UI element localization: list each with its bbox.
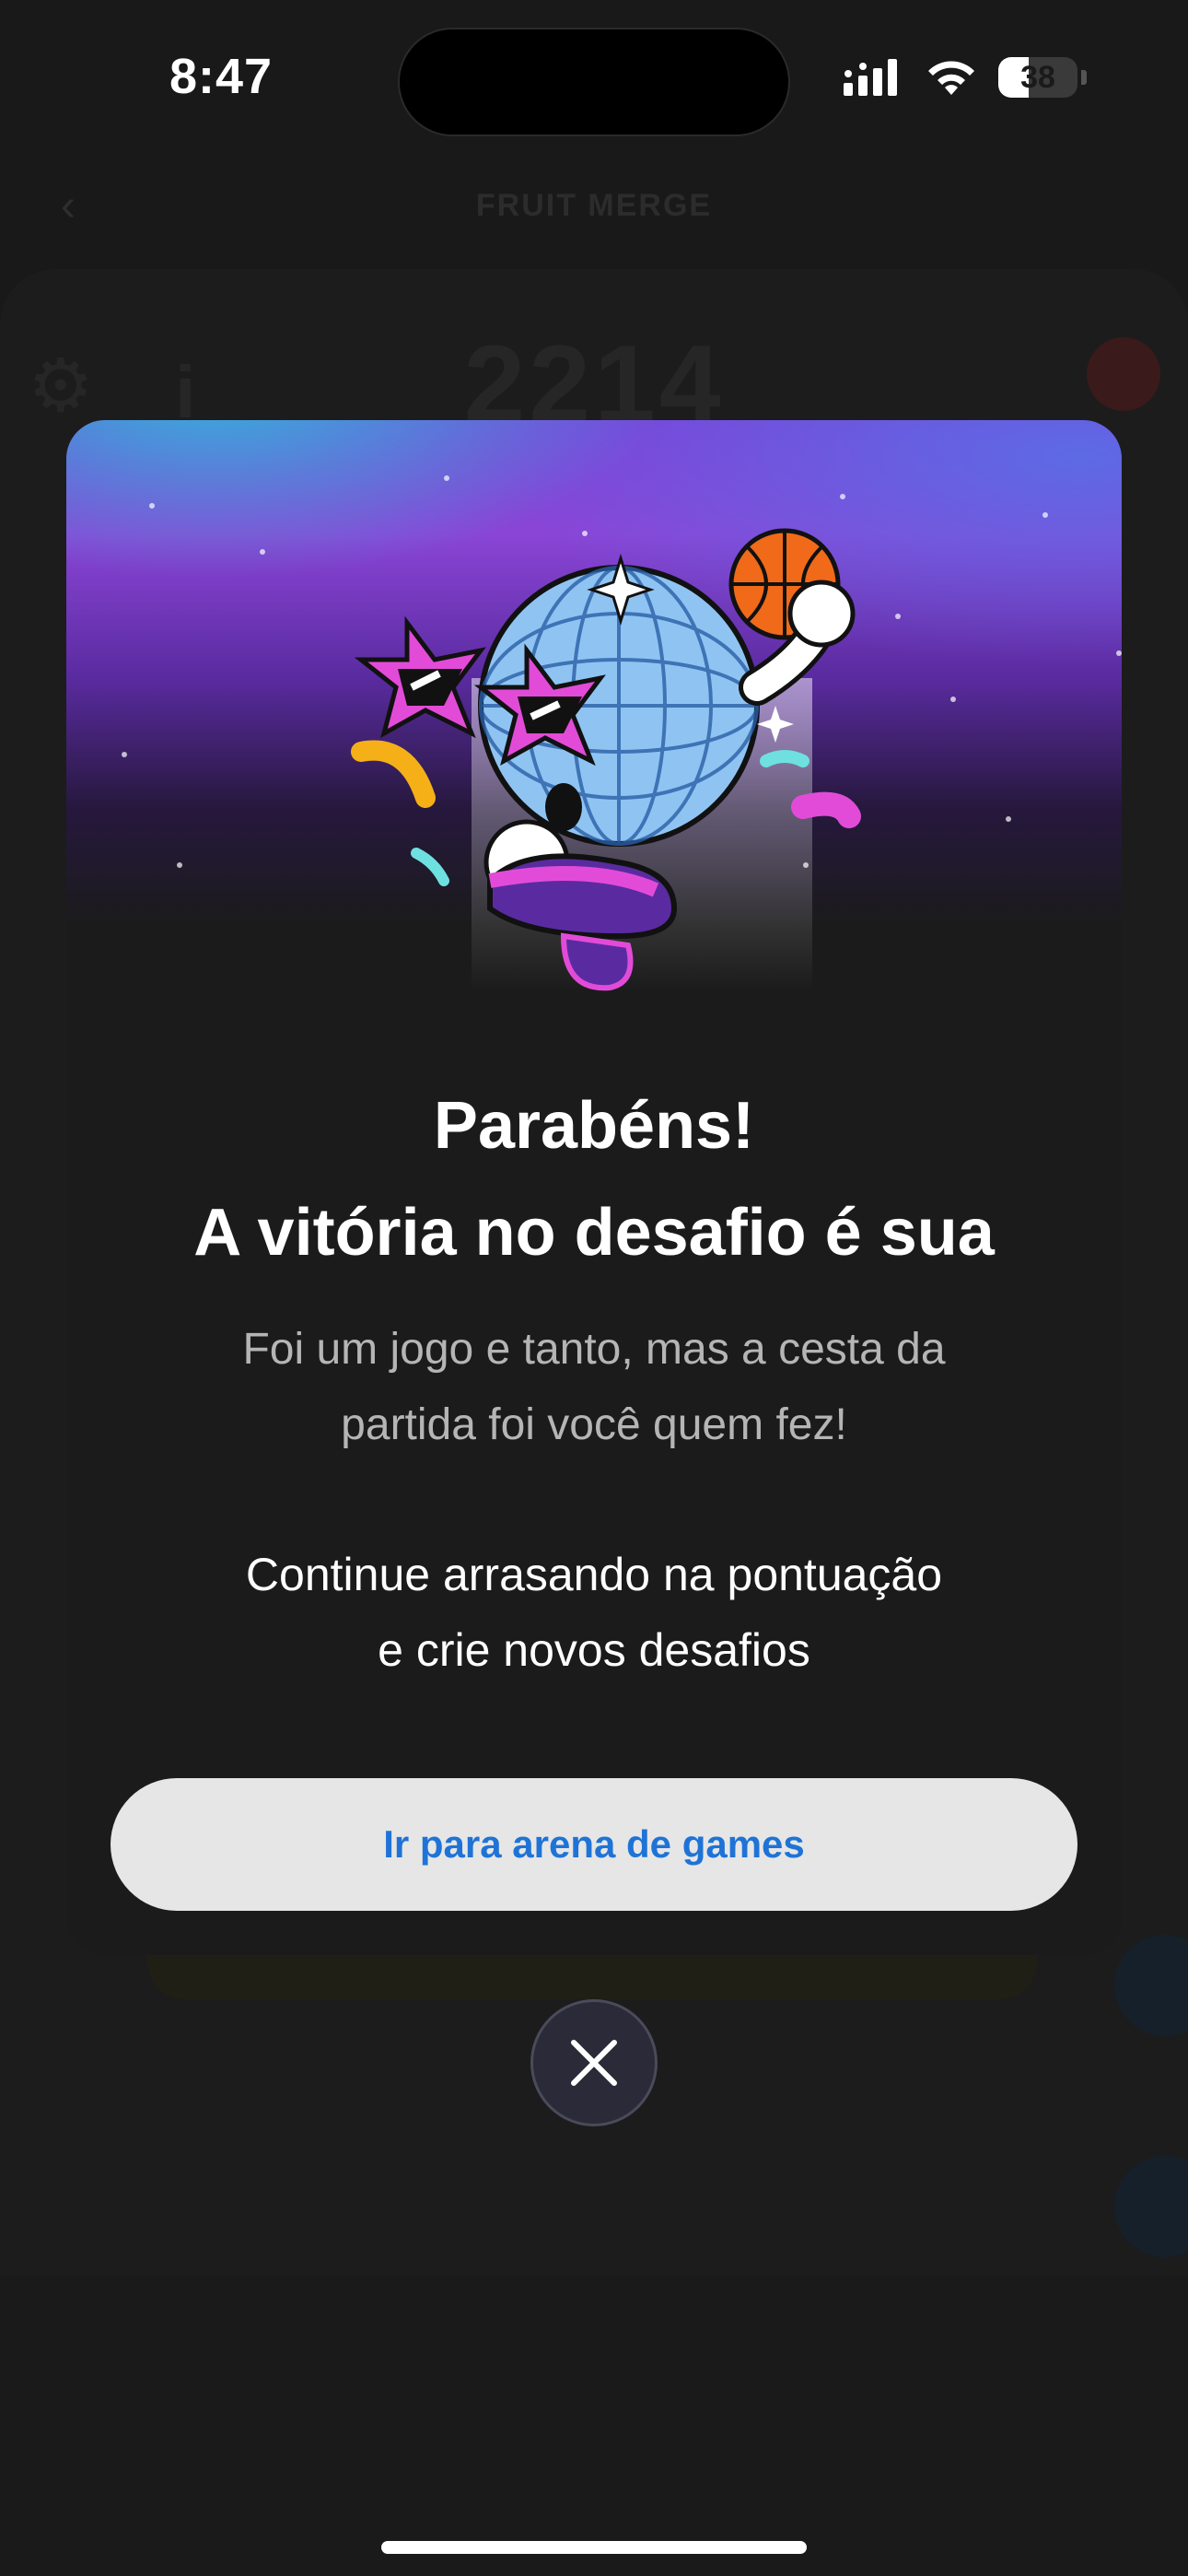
modal-cta-text: Continue arrasando na pontuação e crie n… [140, 1537, 1048, 1688]
modal-subtitle-line1: Foi um jogo e tanto, mas a cesta da [242, 1325, 946, 1374]
battery-cap [1081, 70, 1087, 85]
modal-title-line1: Parabéns! [433, 1089, 755, 1163]
modal-title: Parabéns! A vitória no desafio é sua [66, 1072, 1122, 1286]
cellular-signal-icon [844, 59, 897, 96]
wifi-icon [928, 61, 974, 95]
fruit-icon [1087, 337, 1160, 411]
home-indicator[interactable] [381, 2541, 807, 2554]
background-bottom-area [0, 2276, 1188, 2576]
modal-subtitle-line2: partida foi você quem fez! [341, 1400, 847, 1449]
victory-modal: Parabéns! A vitória no desafio é sua Foi… [66, 420, 1122, 1955]
status-icons: 38 [844, 57, 1087, 98]
background-title: FRUIT MERGE [475, 188, 713, 223]
modal-subtitle: Foi um jogo e tanto, mas a cesta da part… [140, 1312, 1048, 1463]
battery-level: 38 [1020, 59, 1055, 95]
status-time: 8:47 [169, 49, 274, 104]
close-icon [571, 2040, 617, 2086]
close-button[interactable] [530, 1999, 658, 2126]
dynamic-island [398, 28, 790, 136]
background-header: ‹ FRUIT MERGE [0, 181, 1188, 236]
disco-ball-mascot-illustration [351, 528, 861, 991]
modal-cta-line1: Continue arrasando na pontuação [245, 1549, 943, 1600]
modal-cta-line2: e crie novos desafios [378, 1624, 810, 1676]
modal-title-line2: A vitória no desafio é sua [193, 1196, 995, 1270]
go-to-games-arena-button[interactable]: Ir para arena de games [111, 1778, 1077, 1911]
battery-icon: 38 [998, 57, 1077, 98]
